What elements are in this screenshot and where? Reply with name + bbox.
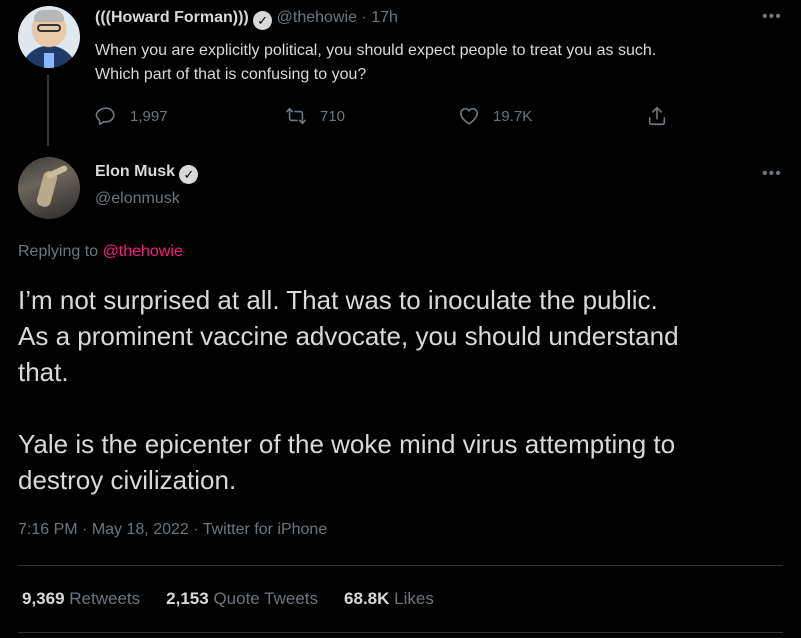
separator: · [361,9,367,26]
main-display-name[interactable]: Elon Musk [95,163,175,180]
parent-time[interactable]: 17h [371,9,398,26]
likes-count: 68.8K [344,589,390,608]
meta-separator: · [82,521,88,538]
parent-handle[interactable]: @thehowie [277,9,357,26]
heart-icon [458,105,480,127]
parent-tweet-text: When you are explicitly political, you s… [95,39,656,87]
replying-handle-link[interactable]: @thehowie [103,243,183,260]
retweets-stat[interactable]: 9,369 Retweets [22,589,140,609]
thread-line [47,75,49,146]
likes-label: Likes [394,589,434,608]
like-button[interactable]: 19.7K [458,105,532,127]
quote-tweets-stat[interactable]: 2,153 Quote Tweets [166,589,318,609]
parent-text-line-2: Which part of that is confusing to you? [95,66,367,83]
avatar-howard-forman[interactable] [18,6,80,68]
more-icon[interactable]: ••• [762,165,782,183]
quote-tweets-label: Quote Tweets [213,589,319,608]
replying-to: Replying to @thehowie [18,243,183,261]
reply-icon [95,105,117,127]
replying-prefix: Replying to [18,243,99,260]
retweet-count: 710 [320,107,346,125]
verified-icon: ✓ [179,165,199,184]
share-button[interactable] [646,105,681,127]
tweet-date[interactable]: May 18, 2022 [92,521,189,538]
parent-display-name[interactable]: (((Howard Forman))) [95,9,249,26]
divider-bottom [18,632,783,633]
verified-icon: ✓ [253,11,273,30]
retweet-button[interactable]: 710 [285,105,345,127]
meta-separator: · [193,521,199,538]
like-count: 19.7K [493,107,533,125]
tweet-stats: 9,369 Retweets 2,153 Quote Tweets 68.8K … [22,589,434,609]
more-icon[interactable]: ••• [762,8,782,26]
tweet-meta: 7:16 PM · May 18, 2022 · Twitter for iPh… [18,521,327,539]
avatar-elon-musk[interactable] [18,157,80,219]
likes-stat[interactable]: 68.8K Likes [344,589,434,609]
retweet-icon [285,105,307,127]
tweet-time[interactable]: 7:16 PM [18,521,78,538]
share-icon [646,105,668,127]
main-handle[interactable]: @elonmusk [95,190,180,208]
main-tweet-header: Elon Musk ✓ [95,163,199,184]
reply-button[interactable]: 1,997 [95,105,168,127]
retweets-count: 9,369 [22,589,65,608]
parent-tweet-header: (((Howard Forman))) ✓ @thehowie · 17h [95,9,398,30]
main-tweet-text: I’m not surprised at all. That was to in… [18,285,679,495]
quote-tweets-count: 2,153 [166,589,209,608]
reply-count: 1,997 [130,107,168,125]
retweets-label: Retweets [69,589,141,608]
parent-text-line-1: When you are explicitly political, you s… [95,42,657,59]
tweet-source[interactable]: Twitter for iPhone [203,521,328,538]
divider-top [18,565,783,566]
